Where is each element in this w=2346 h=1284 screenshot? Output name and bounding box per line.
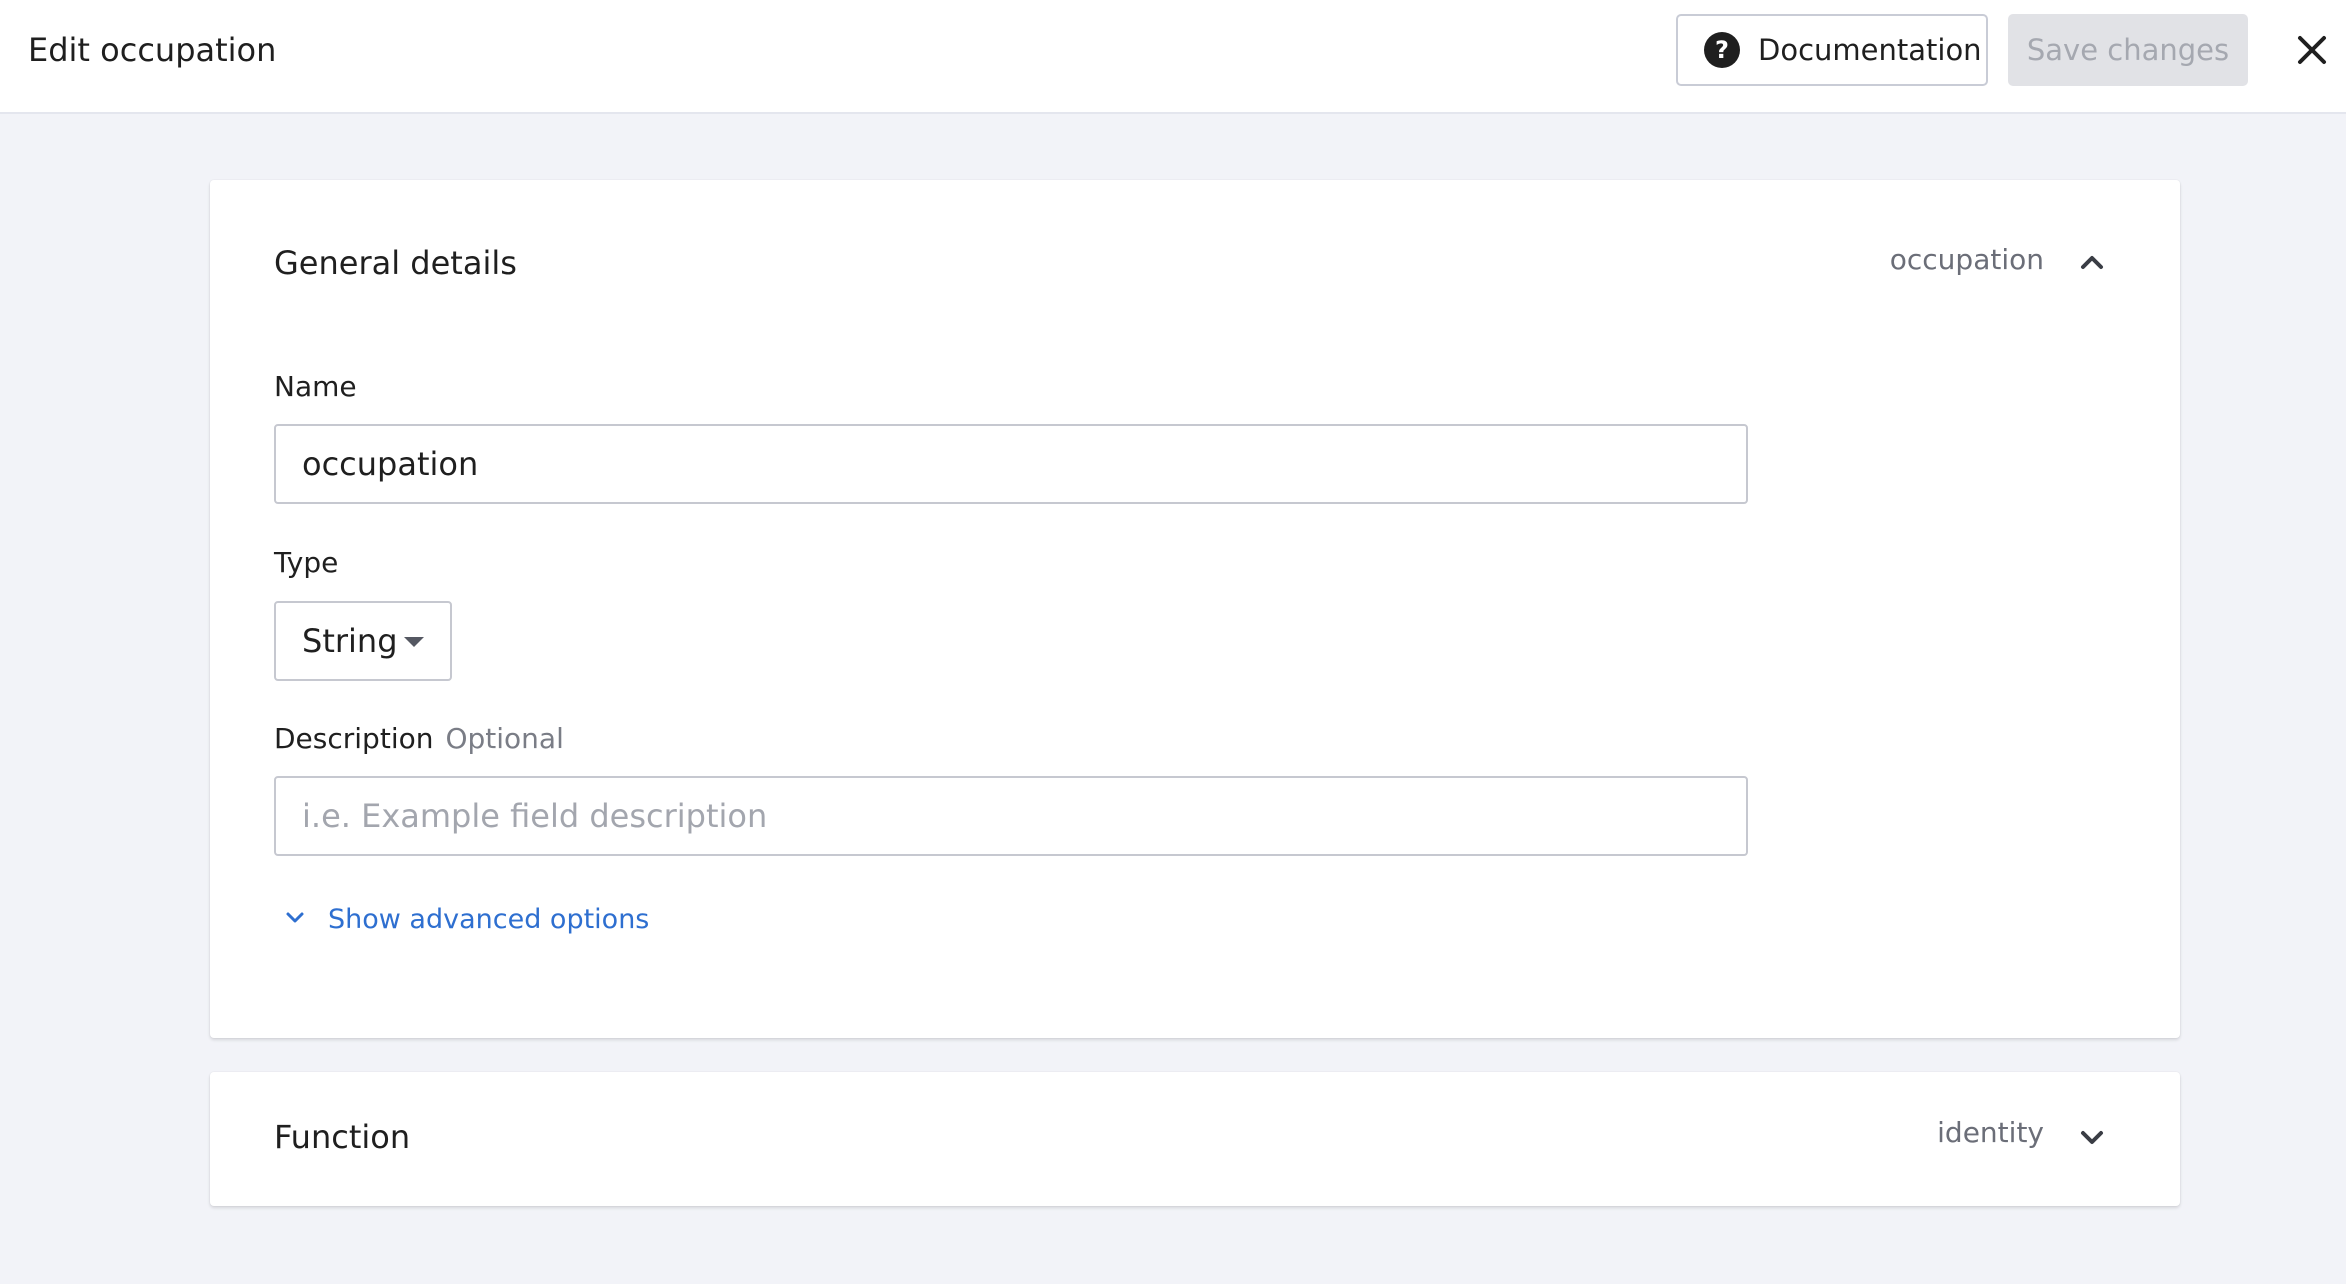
description-input[interactable] <box>274 776 1748 856</box>
documentation-button[interactable]: ? Documentation <box>1676 14 1988 86</box>
type-select[interactable]: String <box>274 601 452 681</box>
save-changes-button[interactable]: Save changes <box>2008 14 2248 86</box>
description-label-text: Description <box>274 722 434 755</box>
help-circle-icon: ? <box>1704 32 1740 68</box>
general-details-card: General details occupation Name Type Str… <box>210 180 2180 1038</box>
show-advanced-options-link[interactable]: Show advanced options <box>284 904 649 935</box>
chevron-down-icon[interactable] <box>2078 1124 2106 1152</box>
function-card[interactable]: Function identity <box>210 1072 2180 1206</box>
close-icon[interactable] <box>2294 28 2330 72</box>
page-title: Edit occupation <box>28 31 277 69</box>
optional-tag: Optional <box>445 722 564 755</box>
general-details-meta: occupation <box>1889 243 2044 276</box>
show-advanced-options-label: Show advanced options <box>328 904 650 935</box>
description-label: Description Optional <box>274 722 564 755</box>
caret-down-icon <box>404 637 424 647</box>
top-bar: Edit occupation ? Documentation Save cha… <box>0 0 2346 114</box>
documentation-button-label: Documentation <box>1758 33 1982 67</box>
name-input[interactable] <box>274 424 1748 504</box>
function-meta: identity <box>1937 1116 2044 1149</box>
name-label: Name <box>274 370 357 403</box>
chevron-down-icon <box>284 907 306 933</box>
type-label: Type <box>274 546 339 579</box>
function-title: Function <box>274 1118 411 1156</box>
general-details-title: General details <box>274 244 517 282</box>
chevron-up-icon[interactable] <box>2078 248 2106 276</box>
type-select-value: String <box>302 622 398 660</box>
